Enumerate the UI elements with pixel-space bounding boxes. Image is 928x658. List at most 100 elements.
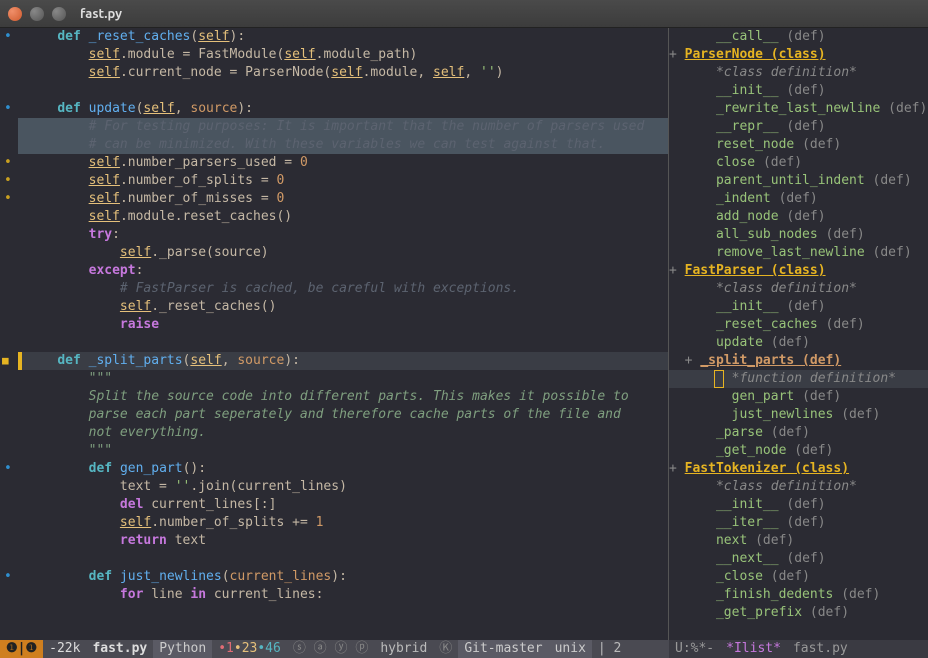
code-line[interactable]: """: [18, 442, 668, 460]
outline-item[interactable]: __init__ (def): [669, 298, 928, 316]
gutter-mark: [0, 316, 18, 334]
code-line[interactable]: def just_newlines(current_lines):: [18, 568, 668, 586]
outline-item[interactable]: __next__ (def): [669, 550, 928, 568]
code-line[interactable]: """: [18, 370, 668, 388]
modeline-error-count: •1: [218, 640, 234, 658]
outline-class[interactable]: + FastParser (class): [669, 262, 928, 280]
outline-item[interactable]: _close (def): [669, 568, 928, 586]
outline-definition[interactable]: *class definition*: [669, 280, 928, 298]
code-line[interactable]: self.number_of_splits += 1: [18, 514, 668, 532]
modeline-size: 22k: [57, 640, 80, 658]
outline-item[interactable]: remove_last_newline (def): [669, 244, 928, 262]
outline-item[interactable]: __iter__ (def): [669, 514, 928, 532]
gutter-mark: [0, 118, 18, 136]
code-line[interactable]: self.current_node = ParserNode(self.modu…: [18, 64, 668, 82]
outline-item[interactable]: __init__ (def): [669, 496, 928, 514]
close-icon[interactable]: [8, 7, 22, 21]
code-line[interactable]: def update(self, source):: [18, 100, 668, 118]
gutter-mark: [0, 64, 18, 82]
gutter-mark: [0, 46, 18, 64]
outline-definition[interactable]: *function definition*: [669, 370, 928, 388]
editor-gutter: [0, 28, 18, 640]
outline-item[interactable]: _rewrite_last_newline (def): [669, 100, 928, 118]
code-line[interactable]: for line in current_lines:: [18, 586, 668, 604]
modeline-right: U:%*- *Ilist* fast.py: [669, 640, 928, 658]
gutter-mark: [0, 172, 18, 190]
code-line[interactable]: del current_lines[:]: [18, 496, 668, 514]
code-line[interactable]: def _split_parts(self, source):: [18, 352, 668, 370]
gutter-mark: [0, 532, 18, 550]
modeline-right-file: fast.py: [787, 640, 854, 658]
outline-item[interactable]: + _split_parts (def): [669, 352, 928, 370]
outline-item[interactable]: _finish_dedents (def): [669, 586, 928, 604]
outline-pane[interactable]: __call__ (def)+ ParserNode (class) *clas…: [669, 28, 928, 640]
code-line[interactable]: # can be minimized. With these variables…: [18, 136, 668, 154]
code-line[interactable]: raise: [18, 316, 668, 334]
modeline-trail: | 2: [592, 640, 627, 658]
gutter-mark: [0, 460, 18, 478]
code-line[interactable]: return text: [18, 532, 668, 550]
window-titlebar: fast.py: [0, 0, 928, 28]
outline-item[interactable]: next (def): [669, 532, 928, 550]
gutter-mark: [0, 244, 18, 262]
code-line[interactable]: except:: [18, 262, 668, 280]
code-line[interactable]: # FastParser is cached, be careful with …: [18, 280, 668, 298]
code-line[interactable]: Split the source code into different par…: [18, 388, 668, 406]
outline-item[interactable]: reset_node (def): [669, 136, 928, 154]
code-line[interactable]: self._parse(source): [18, 244, 668, 262]
modeline-flags: ⓢ ⓐ ⓨ ⓟ: [287, 640, 374, 658]
maximize-icon[interactable]: [52, 7, 66, 21]
code-line[interactable]: [18, 550, 668, 568]
modeline-vcs[interactable]: Git-master: [458, 640, 548, 658]
outline-item[interactable]: __init__ (def): [669, 82, 928, 100]
code-line[interactable]: def gen_part():: [18, 460, 668, 478]
outline-item[interactable]: _parse (def): [669, 424, 928, 442]
code-line[interactable]: not everything.: [18, 424, 668, 442]
modeline-kbd-icon: Ⓚ: [433, 640, 458, 658]
gutter-mark: [0, 208, 18, 226]
outline-item[interactable]: close (def): [669, 154, 928, 172]
outline-item[interactable]: _reset_caches (def): [669, 316, 928, 334]
outline-item[interactable]: parent_until_indent (def): [669, 172, 928, 190]
outline-definition[interactable]: *class definition*: [669, 478, 928, 496]
gutter-mark: [0, 406, 18, 424]
outline-class[interactable]: + ParserNode (class): [669, 46, 928, 64]
code-line[interactable]: self.module = FastModule(self.module_pat…: [18, 46, 668, 64]
outline-item[interactable]: just_newlines (def): [669, 406, 928, 424]
outline-item[interactable]: __repr__ (def): [669, 118, 928, 136]
code-line[interactable]: self.number_of_splits = 0: [18, 172, 668, 190]
minimize-icon[interactable]: [30, 7, 44, 21]
outline-item[interactable]: _indent (def): [669, 190, 928, 208]
code-line[interactable]: try:: [18, 226, 668, 244]
code-line[interactable]: def _reset_caches(self):: [18, 28, 668, 46]
outline-item[interactable]: _get_prefix (def): [669, 604, 928, 622]
gutter-mark: [0, 136, 18, 154]
gutter-mark: [0, 352, 18, 370]
code-line[interactable]: # For testing purposes: It is important …: [18, 118, 668, 136]
code-line[interactable]: [18, 334, 668, 352]
code-line[interactable]: text = ''.join(current_lines): [18, 478, 668, 496]
modeline-left: ❶|❶ - 22k fast.py Python •1 •23 •46 ⓢ ⓐ …: [0, 640, 669, 658]
editor-pane[interactable]: def _reset_caches(self): self.module = F…: [0, 28, 669, 640]
code-line[interactable]: self.module.reset_caches(): [18, 208, 668, 226]
outline-item[interactable]: __call__ (def): [669, 28, 928, 46]
gutter-mark: [0, 550, 18, 568]
editor-code[interactable]: def _reset_caches(self): self.module = F…: [18, 28, 668, 640]
outline-class[interactable]: + FastTokenizer (class): [669, 460, 928, 478]
code-line[interactable]: self.number_of_misses = 0: [18, 190, 668, 208]
code-line[interactable]: [18, 82, 668, 100]
gutter-mark: [0, 262, 18, 280]
outline-item[interactable]: add_node (def): [669, 208, 928, 226]
outline-item[interactable]: _get_node (def): [669, 442, 928, 460]
gutter-mark: [0, 334, 18, 352]
modeline-major-mode[interactable]: Python: [153, 640, 212, 658]
outline-item[interactable]: update (def): [669, 334, 928, 352]
gutter-mark: [0, 496, 18, 514]
outline-definition[interactable]: *class definition*: [669, 64, 928, 82]
code-line[interactable]: self._reset_caches(): [18, 298, 668, 316]
code-line[interactable]: parse each part seperately and therefore…: [18, 406, 668, 424]
outline-item[interactable]: gen_part (def): [669, 388, 928, 406]
outline-item[interactable]: all_sub_nodes (def): [669, 226, 928, 244]
code-line[interactable]: self.number_parsers_used = 0: [18, 154, 668, 172]
gutter-mark: [0, 514, 18, 532]
